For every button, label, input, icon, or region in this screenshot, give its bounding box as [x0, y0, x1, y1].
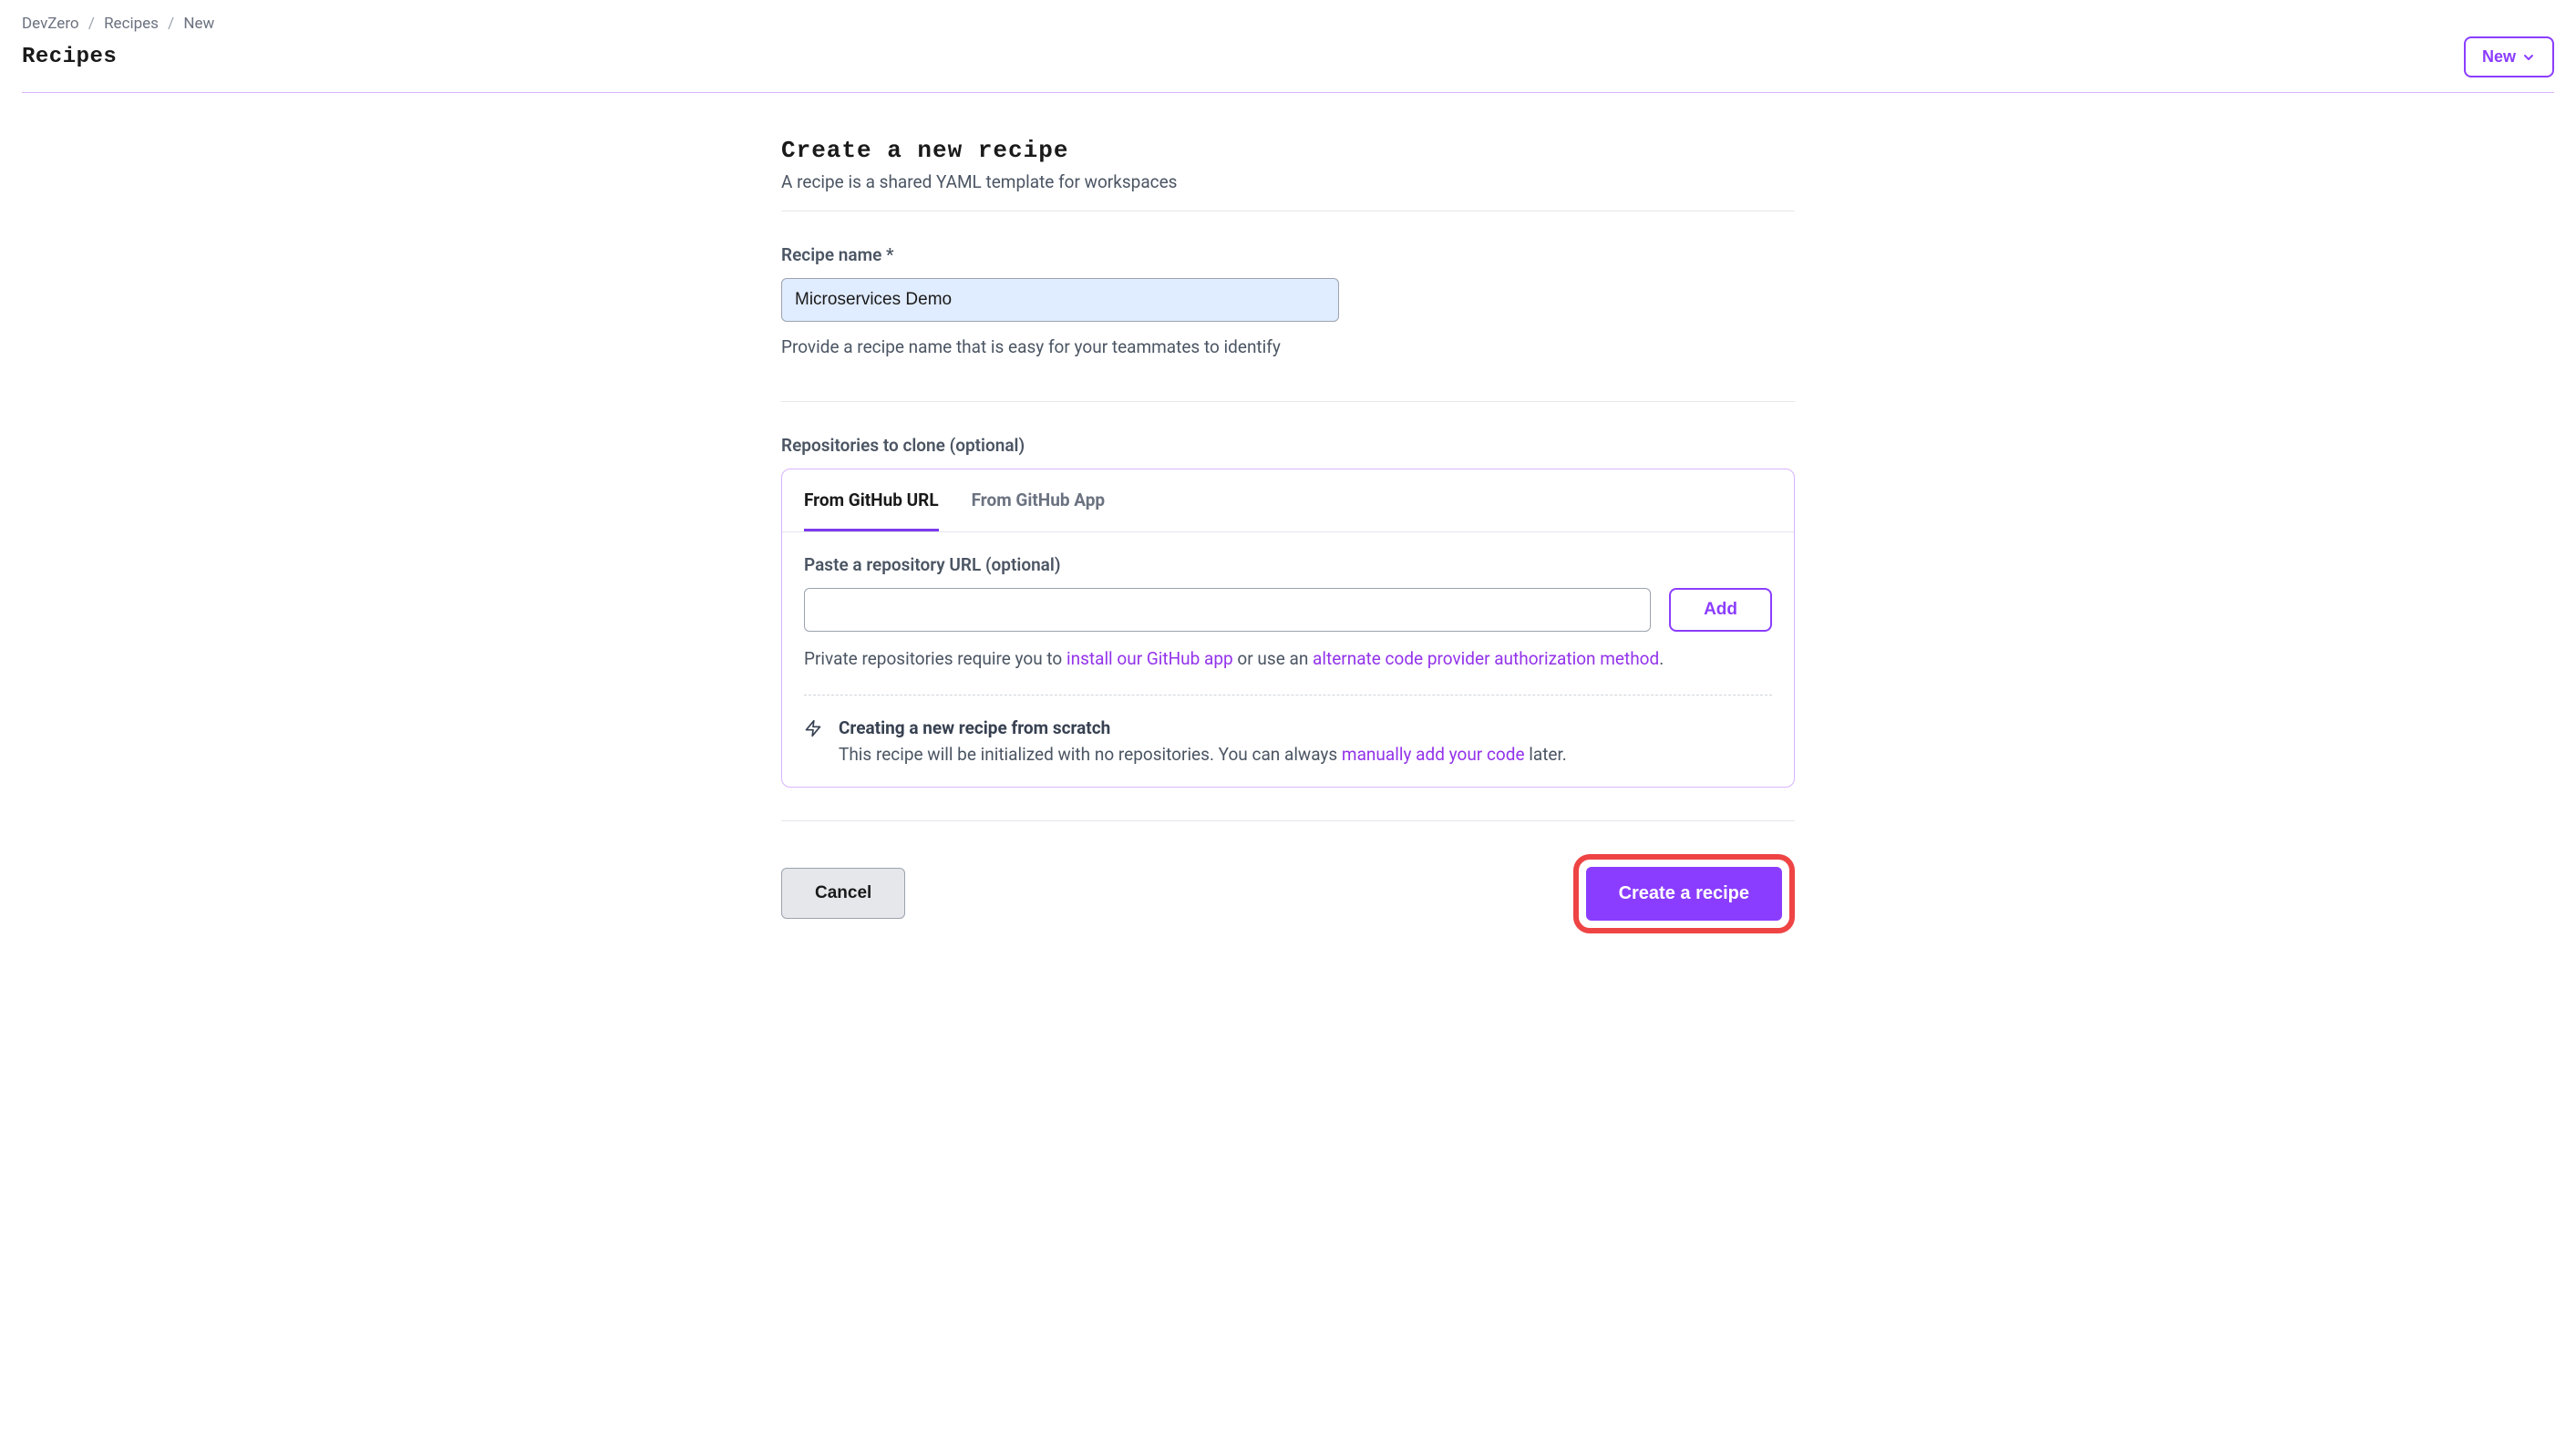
chevron-down-icon	[2521, 50, 2536, 65]
alternate-auth-link[interactable]: alternate code provider authorization me…	[1313, 648, 1659, 669]
page-title: Recipes	[22, 45, 117, 69]
repo-card: From GitHub URL From GitHub App Paste a …	[781, 469, 1795, 788]
repo-url-input[interactable]	[804, 588, 1651, 632]
cancel-button[interactable]: Cancel	[781, 868, 905, 919]
form-title: Create a new recipe	[781, 137, 1795, 164]
scratch-title: Creating a new recipe from scratch	[839, 717, 1567, 738]
install-github-app-link[interactable]: install our GitHub app	[1066, 648, 1233, 669]
recipe-name-input[interactable]	[781, 278, 1339, 322]
add-button[interactable]: Add	[1669, 588, 1772, 632]
highlight-annotation: Create a recipe	[1573, 854, 1795, 933]
dashed-divider	[804, 695, 1772, 696]
create-recipe-button[interactable]: Create a recipe	[1586, 867, 1782, 921]
tab-from-app[interactable]: From GitHub App	[972, 469, 1105, 531]
scratch-sub-suffix: later.	[1525, 744, 1567, 765]
new-button-label: New	[2482, 47, 2516, 67]
tab-from-url[interactable]: From GitHub URL	[804, 469, 939, 531]
private-suffix: .	[1659, 648, 1664, 669]
recipe-name-helper: Provide a recipe name that is easy for y…	[781, 336, 1795, 357]
scratch-sub-prefix: This recipe will be initialized with no …	[839, 744, 1342, 765]
section-divider	[781, 401, 1795, 402]
repos-label: Repositories to clone (optional)	[781, 435, 1795, 456]
private-repo-helper: Private repositories require you to inst…	[804, 646, 1772, 673]
new-button[interactable]: New	[2464, 36, 2554, 77]
paste-url-label: Paste a repository URL (optional)	[804, 554, 1772, 575]
manually-add-code-link[interactable]: manually add your code	[1342, 744, 1525, 765]
breadcrumb-item-recipes[interactable]: Recipes	[104, 15, 159, 33]
private-prefix: Private repositories require you to	[804, 648, 1066, 669]
form-subtitle: A recipe is a shared YAML template for w…	[781, 171, 1795, 192]
breadcrumb-separator: /	[88, 15, 95, 33]
recipe-name-label: Recipe name *	[781, 244, 1795, 265]
lightning-icon	[804, 719, 822, 741]
private-mid: or use an	[1233, 648, 1313, 669]
repo-tabs: From GitHub URL From GitHub App	[782, 469, 1794, 532]
breadcrumb-item-new: New	[183, 15, 214, 33]
breadcrumb-item-devzero[interactable]: DevZero	[22, 15, 79, 33]
scratch-subtitle: This recipe will be initialized with no …	[839, 744, 1567, 765]
breadcrumb-separator: /	[168, 15, 174, 33]
breadcrumb: DevZero / Recipes / New	[22, 15, 2554, 33]
